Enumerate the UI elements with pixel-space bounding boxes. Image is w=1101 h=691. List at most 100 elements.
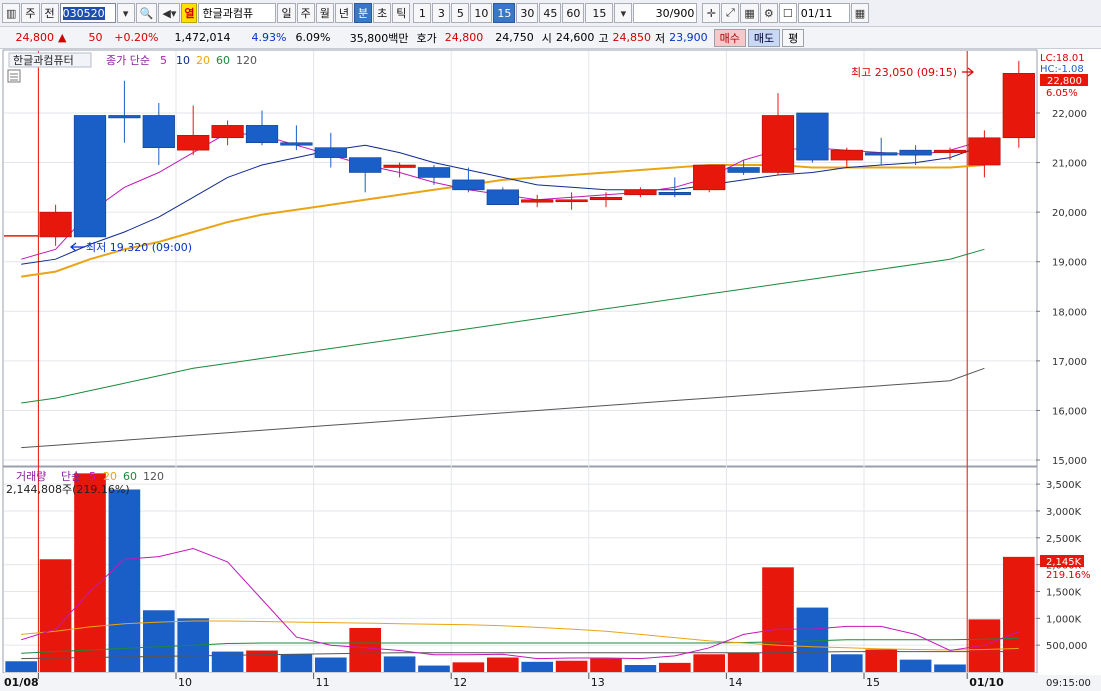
speaker-icon[interactable]: ◀▾ xyxy=(158,3,181,23)
trade-amount: 35,800백만 xyxy=(349,31,409,45)
average-button[interactable]: 평 xyxy=(782,28,805,47)
legend-period-60: 60 xyxy=(216,54,230,67)
candle-body xyxy=(211,125,244,139)
low-annotation: 최저 19,320 (09:00) xyxy=(86,241,192,254)
volume-bar xyxy=(418,665,450,672)
period-button-0[interactable]: 일 xyxy=(277,3,296,23)
layout-icon[interactable]: ▥ xyxy=(2,3,21,23)
price-tick-label: 18,000 xyxy=(1052,307,1087,318)
calendar-icon[interactable]: ▦ xyxy=(850,3,870,23)
interval-dropdown-icon[interactable]: ▾ xyxy=(614,3,633,23)
volume-bar xyxy=(486,657,519,672)
lc-label: LC:18.01 xyxy=(1040,53,1085,64)
sell-button[interactable]: 매도 xyxy=(747,28,781,47)
candle-body xyxy=(830,149,863,161)
low-value: 23,900 xyxy=(669,31,708,44)
code-input[interactable]: 030520 xyxy=(59,3,116,23)
candle-body xyxy=(280,142,313,146)
legend-period-120: 120 xyxy=(236,54,257,67)
minute-button-45[interactable]: 45 xyxy=(539,3,562,23)
minute-buttons: 1 3 5 10 15 30 45 60 xyxy=(413,3,585,23)
candle-body xyxy=(968,137,1001,166)
draw-tool-icon[interactable]: ⤢ xyxy=(721,3,740,23)
current-pct-tag: 6.05% xyxy=(1046,88,1078,99)
crosshair-icon[interactable]: ✛ xyxy=(702,3,721,23)
high-value: 24,850 xyxy=(612,31,651,44)
high-label: 고 xyxy=(598,31,609,45)
x-axis-label: 01/10 xyxy=(969,676,1004,689)
volume-tick-label: 2,500K xyxy=(1046,534,1082,545)
open-label: 시 xyxy=(541,31,552,45)
legend-period-5: 5 xyxy=(160,54,167,67)
current-volume-tag-text: 2,145K xyxy=(1046,557,1082,568)
period-button-1[interactable]: 주 xyxy=(296,3,315,23)
minute-button-10[interactable]: 10 xyxy=(470,3,493,23)
candle-body xyxy=(142,115,175,148)
volume-bar xyxy=(142,610,175,672)
price-tick-label: 22,000 xyxy=(1052,109,1087,120)
period-button-4[interactable]: 분 xyxy=(353,3,373,23)
search-icon[interactable]: 🔍 xyxy=(135,3,158,23)
price-tick-label: 21,000 xyxy=(1052,159,1087,170)
period-button-2[interactable]: 월 xyxy=(315,3,334,23)
dropdown-arrow-icon[interactable]: ▾ xyxy=(116,3,135,23)
candle-body xyxy=(658,192,691,196)
x-axis-label: 15 xyxy=(866,676,880,689)
gear-icon[interactable]: ⚙ xyxy=(759,3,778,23)
stock-name[interactable]: 한글과컴퓨 xyxy=(198,3,277,23)
current-volume-pct-tag: 219.16% xyxy=(1046,570,1091,581)
current-price-tag-text: 22,800 xyxy=(1047,76,1082,87)
minute-button-3[interactable]: 3 xyxy=(432,3,451,23)
x-axis-label: 01/08 xyxy=(4,676,39,689)
candle-body xyxy=(417,167,451,178)
period-tag[interactable]: 열 xyxy=(181,3,198,23)
volume-bar xyxy=(39,559,72,672)
candle-body xyxy=(796,112,829,161)
chart-svg[interactable]: 22,000 21,000 20,000 19,000 18,000 17,000 16,0… xyxy=(0,49,1101,691)
low-label: 저 xyxy=(654,31,666,45)
minute-button-60[interactable]: 60 xyxy=(562,3,585,23)
period-button-6[interactable]: 틱 xyxy=(392,3,411,23)
candle-body xyxy=(899,149,932,156)
volume-bar xyxy=(865,649,898,672)
quote-bar: 24,800 ▲ 50 +0.20% 1,472,014 4.93% 6.09%… xyxy=(0,27,1101,49)
type-button[interactable]: 주 xyxy=(21,3,40,23)
legend-period-10: 10 xyxy=(176,54,190,67)
buy-button[interactable]: 매수 xyxy=(713,28,746,47)
count-field[interactable]: 30/900 xyxy=(633,3,698,23)
price-tick-label: 19,000 xyxy=(1052,258,1087,269)
x-axis-label: 10 xyxy=(178,676,192,689)
x-axis-label: 13 xyxy=(591,676,605,689)
volume-legend-period-20: 20 xyxy=(103,470,117,483)
turnover-percent: 4.93% xyxy=(251,31,287,44)
checkbox[interactable]: ☐ xyxy=(778,3,797,23)
minute-button-5[interactable]: 5 xyxy=(451,3,470,23)
current-volume-label: 2,144,808주(219.16%) xyxy=(6,483,130,496)
ask-value: 24,800 xyxy=(444,31,484,44)
volume-bar xyxy=(314,657,347,672)
open-value: 24,600 xyxy=(555,31,595,44)
volume-tick-label: 1,000K xyxy=(1046,614,1082,625)
volume-bar xyxy=(280,654,313,672)
grid-icon[interactable]: ▦ xyxy=(740,3,759,23)
volume-legend-period-120: 120 xyxy=(143,470,164,483)
candle-body xyxy=(865,152,898,156)
minute-button-15[interactable]: 15 xyxy=(493,3,516,23)
volume-bar xyxy=(934,664,966,672)
ask-label: 호가 xyxy=(416,31,437,45)
chart-area[interactable]: 22,000 21,000 20,000 19,000 18,000 17,000 16,0… xyxy=(0,49,1101,691)
candle-body xyxy=(245,125,279,144)
volume-legend-period-60: 60 xyxy=(123,470,137,483)
prev-button[interactable]: 전 xyxy=(40,3,59,23)
minute-button-1[interactable]: 1 xyxy=(413,3,432,23)
legend-type: 종가 단순 xyxy=(106,54,150,67)
minute-button-30[interactable]: 30 xyxy=(516,3,539,23)
period-button-5[interactable]: 초 xyxy=(373,3,392,23)
volume-value: 1,472,014 xyxy=(174,31,231,44)
x-axis-bar xyxy=(0,673,1038,691)
date-field[interactable]: 01/11 xyxy=(797,3,850,23)
period-button-3[interactable]: 년 xyxy=(334,3,353,23)
candle-body xyxy=(314,147,347,158)
interval-select[interactable]: 15 xyxy=(585,3,614,23)
up-arrow-icon: ▲ xyxy=(58,31,67,44)
